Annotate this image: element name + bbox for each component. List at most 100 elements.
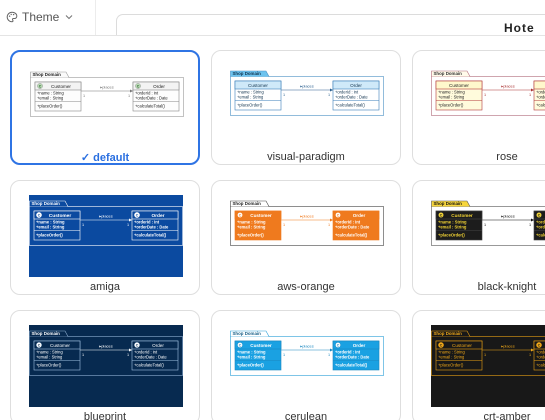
theme-label: Theme	[22, 10, 60, 24]
customer-class-name: Customer	[50, 343, 70, 348]
order-class-method: +calculateTotal()	[536, 363, 545, 368]
theme-card-cerulean[interactable]: Shop Domain C Customer +name : String +email…	[211, 310, 401, 420]
theme-preview: Shop Domain Customer +name : String +email …	[431, 65, 545, 147]
theme-card-amiga[interactable]: Shop Domain C Customer +name : String +email…	[10, 180, 200, 295]
order-class-field: +orderDate : Date	[335, 225, 370, 230]
uml-class-diagram: Shop Domain Customer+name : String+email …	[431, 65, 545, 147]
theme-label-crt-amber[interactable]: crt-amber	[412, 411, 545, 420]
package-name: Shop Domain	[33, 72, 62, 77]
class-c-letter: C	[538, 344, 541, 348]
customer-class-name: Customer	[250, 213, 272, 218]
theme-card-default[interactable]: Shop Domain C Customer +name : String +email…	[10, 50, 200, 165]
customer-class-method: +placeOrder()	[37, 104, 63, 109]
multiplicity-right: 1	[529, 223, 531, 227]
theme-label-rose[interactable]: rose	[412, 151, 545, 163]
customer-class: C Customer+name : String+email : String+p…	[435, 340, 483, 371]
uml-class-diagram: Shop Domain C Customer+name : String+email…	[30, 66, 184, 148]
multiplicity-left: 1	[484, 353, 486, 357]
order-class-field: +orderDate : Date	[134, 225, 169, 230]
theme-preview: Shop Domain C Customer +name : String +email…	[29, 195, 183, 277]
theme-label-aws-orange[interactable]: aws-orange	[211, 281, 401, 293]
multiplicity-left: 1	[484, 93, 486, 97]
order-class-field: +orderDate : Date	[335, 95, 368, 100]
theme-label-visual-paradigm[interactable]: visual-paradigm	[211, 151, 401, 163]
customer-class-name: Customer	[449, 83, 469, 88]
multiplicity-right: 1	[328, 93, 330, 97]
theme-card-black-knight[interactable]: Shop Domain C Customer +name : String +email…	[412, 180, 545, 295]
relation-label: ▸places	[300, 214, 314, 219]
order-class-name: Order	[152, 343, 164, 348]
customer-class-method: +placeOrder()	[438, 233, 465, 238]
customer-class-method: +placeOrder()	[36, 363, 62, 368]
order-class-field: +orderDate : Date	[335, 355, 370, 360]
customer-class-field: +email : String	[237, 355, 266, 360]
order-class-name: Order	[353, 213, 366, 218]
theme-card-visual-paradigm[interactable]: Shop Domain Customer +name : String +email …	[211, 50, 401, 165]
order-class: COrder+orderId : int+orderDate : Date+ca…	[533, 340, 545, 371]
relation-label: ▸places	[99, 214, 113, 219]
customer-class: Customer+name : String+email : String+pl…	[435, 80, 483, 111]
customer-class: C Customer+name : String+email : String+p…	[33, 210, 81, 241]
class-c-letter: C	[38, 344, 41, 348]
package-name: Shop Domain	[32, 201, 61, 206]
theme-card-rose[interactable]: Shop Domain Customer +name : String +email …	[412, 50, 545, 165]
theme-label-amiga[interactable]: amiga	[10, 281, 200, 293]
theme-label-cerulean[interactable]: cerulean	[211, 411, 401, 420]
order-class-method: +calculateTotal()	[335, 363, 368, 368]
customer-class-method: +placeOrder()	[438, 363, 464, 368]
customer-class-field: +email : String	[438, 95, 465, 100]
theme-card-crt-amber[interactable]: Shop Domain C Customer +name : String +email…	[412, 310, 545, 420]
customer-class-field: +email : String	[237, 225, 266, 230]
multiplicity-left: 1	[82, 223, 84, 227]
customer-class-method: +placeOrder()	[237, 233, 264, 238]
theme-card-blueprint[interactable]: Shop Domain C Customer +name : String +email…	[10, 310, 200, 420]
order-class-name: Order	[353, 343, 366, 348]
relation-label: ▸places	[501, 344, 515, 349]
class-c-letter: C	[38, 214, 41, 218]
customer-class-method: +placeOrder()	[36, 233, 63, 238]
customer-class: C Customer+name : String+email : String+p…	[33, 340, 81, 371]
theme-grid: Shop Domain C Customer +name : String +email…	[0, 35, 545, 420]
theme-label-default[interactable]: ✓ default	[10, 151, 200, 164]
class-c-letter: C	[440, 214, 443, 218]
customer-class-field: +email : String	[438, 355, 465, 360]
theme-preview: Shop Domain C Customer +name : String +email…	[29, 325, 183, 407]
customer-class-field: +email : String	[37, 96, 64, 101]
package-name: Shop Domain	[233, 71, 262, 76]
class-c-letter: C	[538, 214, 541, 218]
customer-class-method: +placeOrder()	[438, 103, 464, 108]
relation-label: ▸places	[99, 344, 113, 349]
theme-card-aws-orange[interactable]: Shop Domain C Customer +name : String +email…	[211, 180, 401, 295]
order-class: COrder+orderId : int+orderDate : Date+ca…	[332, 340, 380, 371]
customer-class: Customer+name : String+email : String+pl…	[234, 80, 282, 111]
theme-picker-window: Theme Hote Shop Domain C Customer +name : S…	[0, 0, 545, 420]
theme-label-black-knight[interactable]: black-knight	[412, 281, 545, 293]
toolbar-divider	[95, 0, 96, 35]
multiplicity-left: 1	[83, 94, 85, 98]
customer-class-method: +placeOrder()	[237, 103, 263, 108]
order-class-name: Order	[350, 83, 362, 88]
relation-label: ▸places	[300, 344, 314, 349]
theme-dropdown-button[interactable]: Theme	[6, 8, 75, 26]
multiplicity-right: 1	[529, 353, 531, 357]
theme-preview: Shop Domain C Customer +name : String +email…	[230, 325, 384, 407]
customer-class: C Customer+name : String+email : String+p…	[34, 81, 82, 112]
theme-label-blueprint[interactable]: blueprint	[10, 411, 200, 420]
theme-preview: Shop Domain Customer +name : String +email …	[230, 65, 384, 147]
order-class-method: +calculateTotal()	[134, 363, 165, 368]
customer-class-field: +email : String	[438, 225, 467, 230]
customer-class-name: Customer	[250, 343, 272, 348]
order-class: Order+orderId : int+orderDate : Date+cal…	[533, 80, 545, 111]
customer-class-field: +email : String	[237, 95, 264, 100]
relation-label: ▸places	[100, 85, 114, 90]
multiplicity-left: 1	[283, 93, 285, 97]
uml-class-diagram: Shop Domain Customer+name : String+email …	[230, 65, 384, 147]
multiplicity-left: 1	[484, 223, 486, 227]
multiplicity-left: 1	[283, 223, 285, 227]
multiplicity-right: 1	[328, 353, 330, 357]
class-c-letter: C	[337, 344, 340, 348]
order-class: COrder+orderId : int+orderDate : Date+ca…	[131, 340, 179, 371]
order-class: COrder+orderId : int+orderDate : Date+ca…	[132, 81, 180, 112]
order-class-field: +orderDate : Date	[536, 355, 545, 360]
theme-preview: Shop Domain C Customer +name : String +email…	[30, 66, 184, 148]
